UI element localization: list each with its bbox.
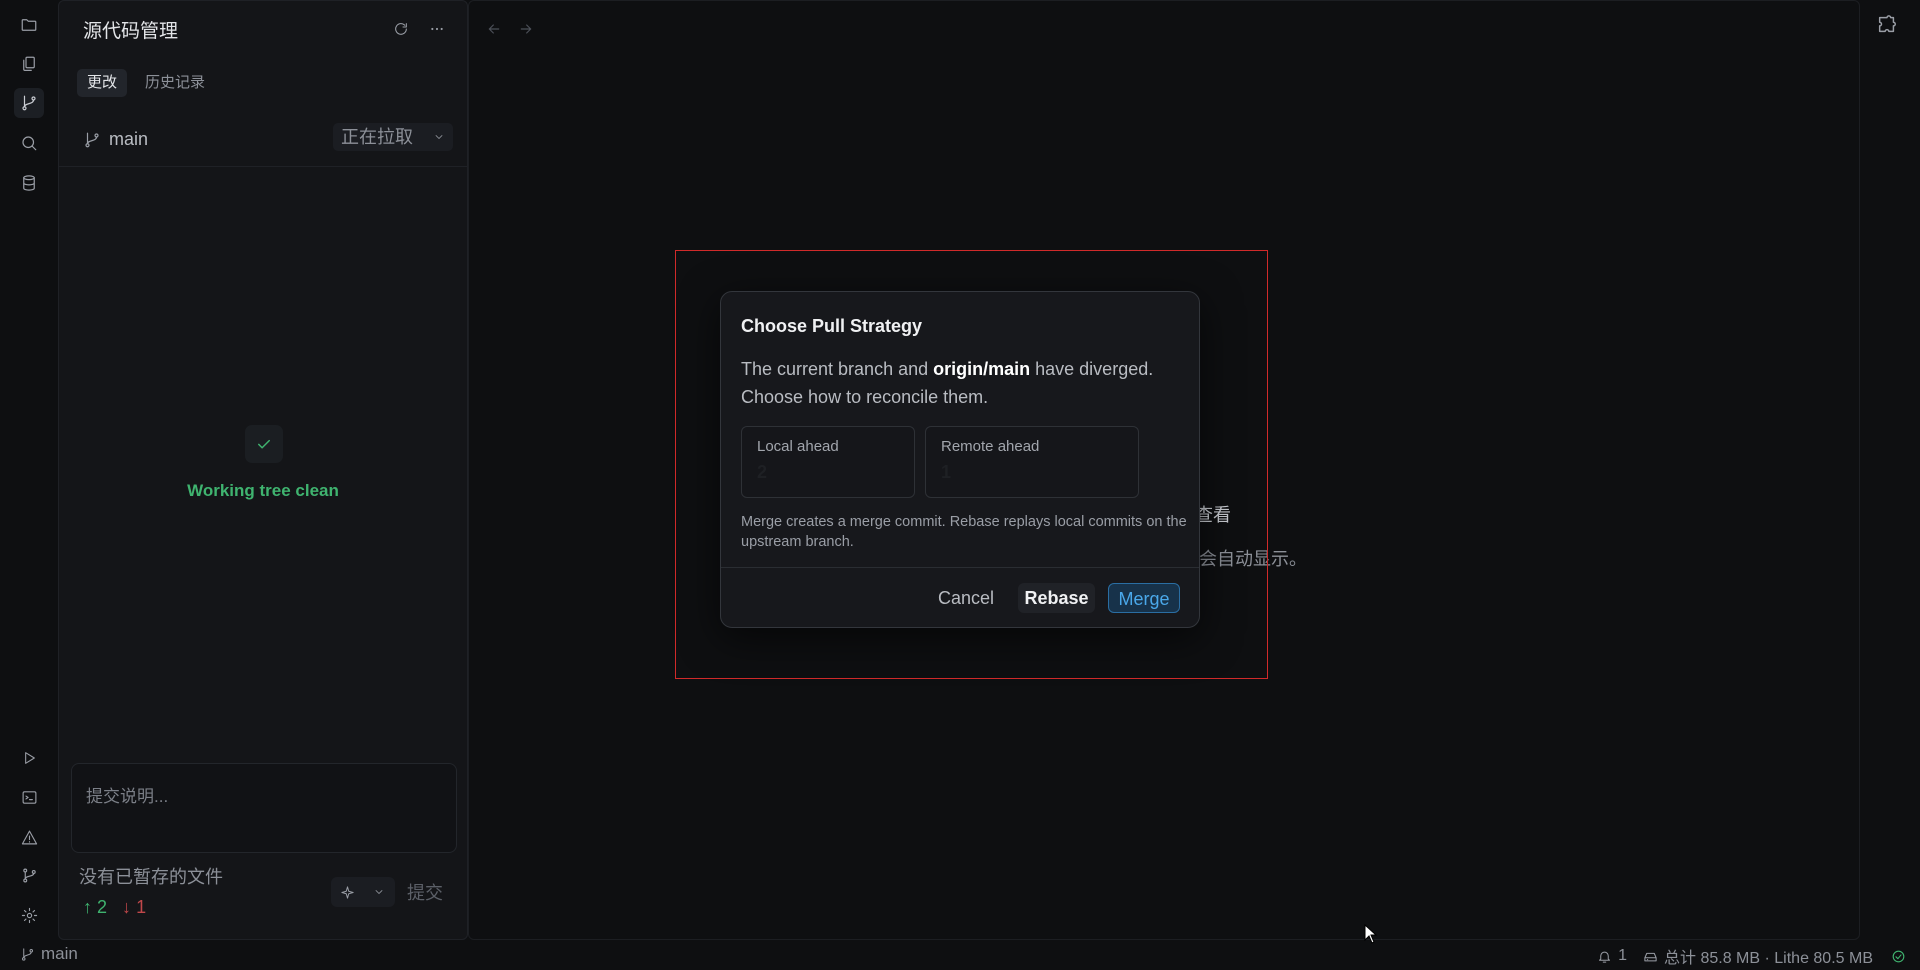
no-staged-files-label: 没有已暂存的文件 <box>79 867 223 887</box>
status-branch[interactable]: main <box>20 944 78 964</box>
git-branch-icon <box>22 947 33 961</box>
status-bar: main 1 总计 85.8 MB · Lithe 80.5 MB <box>0 940 1920 970</box>
commit-message-placeholder: 提交说明... <box>86 787 169 806</box>
cancel-button[interactable]: Cancel <box>933 583 999 613</box>
merge-button[interactable]: Merge <box>1108 583 1180 613</box>
ai-options-button[interactable] <box>363 877 395 907</box>
git-branch-icon <box>22 95 36 111</box>
memory-usage: 总计 85.8 MB · Lithe 80.5 MB <box>1643 944 1873 968</box>
source-control-button[interactable] <box>14 88 44 118</box>
problems-button[interactable] <box>14 822 44 852</box>
panel-title: 源代码管理 <box>83 21 179 42</box>
back-button[interactable] <box>483 18 505 40</box>
empty-state-text-1: 查看 <box>1195 505 1231 525</box>
arrow-right-icon <box>520 24 532 34</box>
git-graph-button[interactable] <box>14 860 44 890</box>
status-branch-label: main <box>41 944 78 963</box>
working-tree-clean-label: Working tree clean <box>187 481 339 500</box>
search-icon <box>22 136 37 151</box>
dialog-title: Choose Pull Strategy <box>741 316 923 336</box>
chevron-down-icon <box>435 135 443 139</box>
behind-count: ↓ 1 <box>122 897 147 917</box>
bell-icon <box>1599 951 1611 963</box>
extensions-button[interactable] <box>1874 12 1900 38</box>
ai-commit-group <box>331 877 395 907</box>
upstream-ref: origin/main <box>933 359 1031 379</box>
git-branch-icon <box>85 132 99 148</box>
refresh-icon <box>395 23 407 35</box>
branch-row: main 正在拉取 <box>59 119 467 167</box>
folder-icon <box>21 19 37 31</box>
sparkle-icon <box>340 885 354 899</box>
arrow-left-icon <box>488 24 500 34</box>
tab-changes[interactable]: 更改 <box>77 69 128 97</box>
search-button[interactable] <box>14 128 44 158</box>
tab-history[interactable]: 历史记录 <box>135 69 215 97</box>
commit-message-input[interactable]: 提交说明... <box>71 763 457 853</box>
activity-bar <box>0 0 58 940</box>
puzzle-icon <box>1878 15 1896 33</box>
notification-count: 1 <box>1618 947 1628 964</box>
dialog-message: The current branch and origin/main have … <box>741 359 1154 407</box>
memory-usage-label: 总计 85.8 MB · Lithe 80.5 MB <box>1664 950 1873 967</box>
run-button[interactable] <box>14 743 44 773</box>
check-circle-icon <box>1892 950 1905 962</box>
more-icon <box>431 27 443 31</box>
warning-icon <box>21 830 37 844</box>
remote-ahead-box: Remote ahead 1 <box>925 426 1139 498</box>
terminal-button[interactable] <box>14 782 44 812</box>
terminal-icon <box>22 790 36 804</box>
play-icon <box>25 752 35 764</box>
ai-generate-button[interactable] <box>331 877 363 907</box>
gear-icon <box>21 907 37 923</box>
files-icon <box>23 56 35 71</box>
database-button[interactable] <box>14 168 44 198</box>
source-control-panel: 源代码管理 更改 历史记录 main 正在拉取 Working tree cle… <box>58 0 468 940</box>
database-icon <box>23 175 35 191</box>
local-ahead-label: Local ahead <box>757 438 839 455</box>
pull-status-label: 正在拉取 <box>341 127 413 147</box>
remote-ahead-label: Remote ahead <box>941 438 1040 455</box>
local-ahead-value: 2 <box>757 462 768 482</box>
settings-button[interactable] <box>14 900 44 930</box>
git-graph-icon <box>22 868 36 882</box>
clean-status-badge <box>245 425 283 463</box>
pull-status-dropdown[interactable]: 正在拉取 <box>333 123 453 151</box>
forward-button[interactable] <box>515 18 537 40</box>
empty-state-text-2: 会自动显示。 <box>1199 549 1307 569</box>
mouse-cursor-icon <box>1364 924 1378 944</box>
local-ahead-box: Local ahead 2 <box>741 426 915 498</box>
chevron-down-icon <box>375 890 383 894</box>
dialog-note: Merge creates a merge commit. Rebase rep… <box>741 514 1187 550</box>
memory-icon <box>1644 952 1657 961</box>
branch-name: main <box>109 129 149 149</box>
explorer-button[interactable] <box>14 10 44 40</box>
rebase-button[interactable]: Rebase <box>1018 583 1095 613</box>
open-files-button[interactable] <box>14 49 44 79</box>
commit-button[interactable]: 提交 <box>407 879 443 905</box>
check-icon <box>258 439 270 449</box>
pull-strategy-dialog: Choose Pull Strategy The current branch … <box>720 291 1200 628</box>
more-actions-button[interactable] <box>425 17 449 41</box>
sync-counts: ↑ 2 ↓ 1 <box>83 897 146 918</box>
refresh-button[interactable] <box>389 17 413 41</box>
notifications-button[interactable]: 1 <box>1597 947 1627 965</box>
dialog-divider <box>721 567 1199 568</box>
remote-ahead-value: 1 <box>941 462 952 482</box>
ahead-count: ↑ 2 <box>83 897 108 917</box>
